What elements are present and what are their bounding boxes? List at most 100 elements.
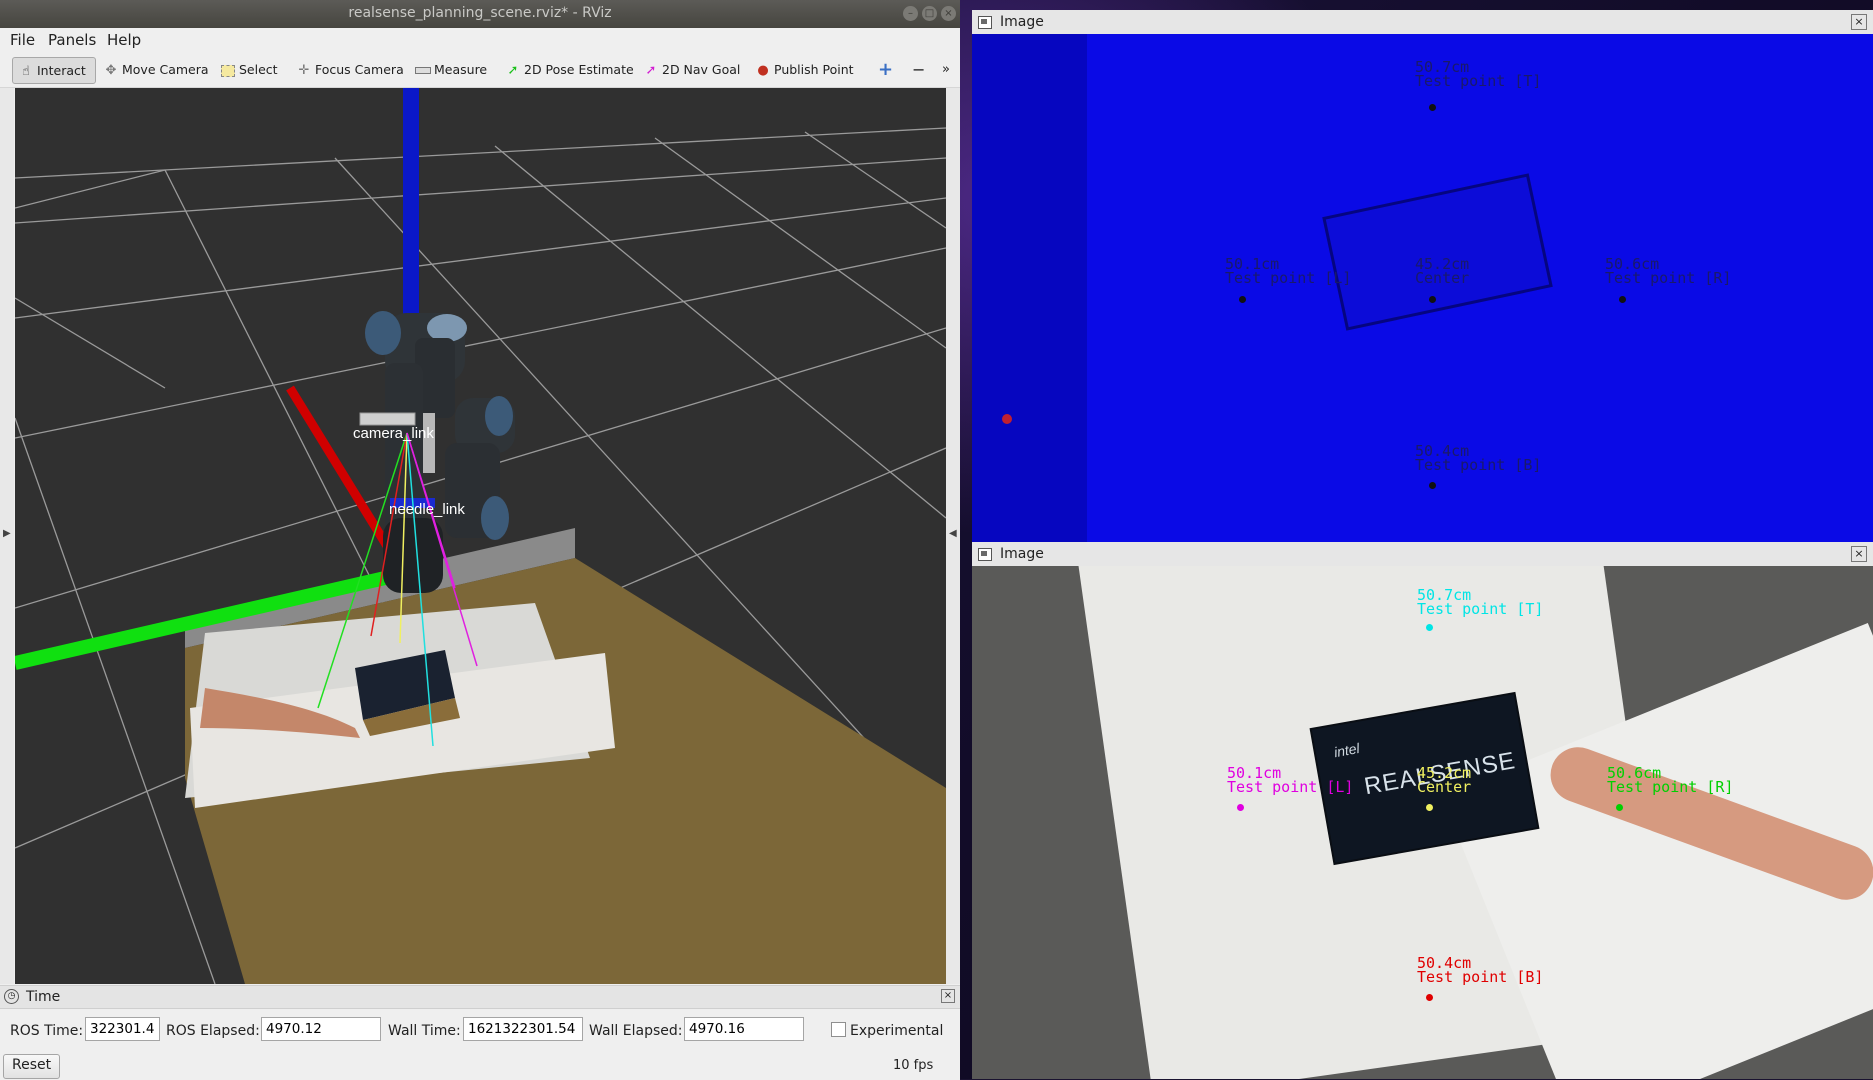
wall-elapsed-label: Wall Elapsed:: [589, 1023, 683, 1039]
image-window-icon: [978, 548, 992, 561]
frame-label-needle-link: needle_link: [389, 501, 465, 518]
measure-icon: [415, 58, 431, 83]
tool-interact[interactable]: ☝ Interact: [12, 57, 96, 84]
time-panel-header: ◷ Time ×: [0, 986, 960, 1009]
tool-publish-point[interactable]: ● Publish Point: [755, 57, 854, 82]
color-image-window: Image × intel REALSENSE 50.7cm Test poin…: [972, 542, 1873, 1079]
depth-close-icon[interactable]: ×: [1851, 14, 1867, 30]
tool-label: Publish Point: [774, 62, 854, 77]
menu-file[interactable]: File: [10, 31, 35, 49]
depth-label-top-name: Test point [T]: [1415, 72, 1542, 90]
depth-label-bottom-name: Test point [B]: [1415, 456, 1542, 474]
tool-label: 2D Nav Goal: [662, 62, 741, 77]
color-label-center-name: Center: [1417, 778, 1472, 796]
depth-point-center: [1429, 296, 1436, 303]
depth-label-right-name: Test point [R]: [1605, 269, 1732, 287]
color-point-top: [1426, 624, 1433, 631]
3d-scene: camera_link needle_link: [15, 88, 946, 984]
color-label-top-name: Test point [T]: [1417, 600, 1544, 618]
tools-toolbar: ☝ Interact ✥ Move Camera Select ✛ Focus Cam…: [0, 52, 960, 88]
color-image-title: Image: [1000, 546, 1044, 562]
left-dock-handle[interactable]: ▶: [0, 88, 14, 984]
color-label-right-name: Test point [R]: [1607, 778, 1734, 796]
wall-time-field[interactable]: [463, 1017, 583, 1041]
depth-box-region: [1322, 173, 1553, 331]
move-camera-icon: ✥: [105, 63, 117, 78]
depth-shadow-region: [972, 34, 1087, 542]
ros-elapsed-label: ROS Elapsed:: [166, 1023, 260, 1039]
select-icon: [220, 58, 236, 83]
tool-2d-nav-goal[interactable]: ➚ 2D Nav Goal: [643, 57, 741, 82]
add-tool-button[interactable]: +: [878, 57, 893, 82]
tool-label: Select: [239, 62, 278, 77]
color-label-bottom-name: Test point [B]: [1417, 968, 1544, 986]
window-title: realsense_planning_scene.rviz* - RViz: [348, 5, 612, 21]
time-panel-title: Time: [26, 989, 61, 1005]
close-icon[interactable]: ×: [941, 6, 956, 21]
depth-image-title: Image: [1000, 14, 1044, 30]
reset-button[interactable]: Reset: [3, 1054, 61, 1079]
menu-panels[interactable]: Panels: [48, 31, 96, 49]
fps-readout: 10 fps: [893, 1058, 934, 1073]
color-label-left-name: Test point [L]: [1227, 778, 1354, 796]
tool-label: Focus Camera: [315, 62, 404, 77]
expand-right-icon[interactable]: ◀: [949, 528, 957, 539]
3d-render-viewport[interactable]: camera_link needle_link: [15, 88, 946, 984]
tool-label: 2D Pose Estimate: [524, 62, 634, 77]
depth-point-left: [1239, 296, 1246, 303]
tool-label: Interact: [37, 63, 86, 78]
maximize-icon[interactable]: □: [922, 6, 937, 21]
tool-focus-camera[interactable]: ✛ Focus Camera: [296, 57, 404, 82]
wall-elapsed-field[interactable]: [684, 1017, 804, 1041]
tool-measure[interactable]: Measure: [415, 57, 487, 82]
depth-label-center-name: Center: [1415, 269, 1470, 287]
color-point-center: [1426, 804, 1433, 811]
rviz-titlebar[interactable]: realsense_planning_scene.rviz* - RViz – …: [0, 0, 960, 28]
clock-icon: ◷: [4, 989, 19, 1004]
minimize-icon[interactable]: –: [903, 6, 918, 21]
color-point-bottom: [1426, 994, 1433, 1001]
tool-select[interactable]: Select: [220, 57, 278, 82]
rviz-window: realsense_planning_scene.rviz* - RViz – …: [0, 0, 960, 1080]
depth-image-window: Image × 50.7cm Test point [T] 50.1cm Tes…: [972, 10, 1873, 542]
time-panel: ◷ Time × ROS Time: ROS Elapsed: Wall Tim…: [0, 985, 960, 1080]
depth-point-bottom: [1429, 482, 1436, 489]
depth-point-right: [1619, 296, 1626, 303]
toolbar-overflow-button[interactable]: »: [942, 57, 950, 82]
menu-bar: File Panels Help: [0, 28, 960, 52]
right-dock-handle[interactable]: ◀: [946, 88, 960, 984]
color-image-titlebar[interactable]: Image ×: [972, 542, 1873, 567]
experimental-checkbox[interactable]: [831, 1022, 846, 1037]
ros-elapsed-field[interactable]: [261, 1017, 381, 1041]
color-close-icon[interactable]: ×: [1851, 546, 1867, 562]
nav-goal-arrow-icon: ➚: [645, 63, 657, 78]
pose-estimate-arrow-icon: ➚: [507, 63, 519, 78]
depth-noise-dot: [1002, 414, 1012, 424]
hand-icon: ☝: [22, 64, 30, 79]
tool-label: Move Camera: [122, 62, 209, 77]
ros-time-label: ROS Time:: [10, 1023, 84, 1039]
depth-label-left-name: Test point [L]: [1225, 269, 1352, 287]
expand-left-icon[interactable]: ▶: [3, 528, 11, 539]
image-window-icon: [978, 16, 992, 29]
menu-help[interactable]: Help: [107, 31, 141, 49]
frame-label-camera-link: camera_link: [353, 425, 434, 442]
tool-move-camera[interactable]: ✥ Move Camera: [103, 57, 209, 82]
publish-point-pin-icon: ●: [757, 63, 769, 78]
color-image-canvas[interactable]: intel REALSENSE 50.7cm Test point [T] 50…: [972, 566, 1873, 1079]
x-axis: [286, 385, 391, 549]
focus-camera-icon: ✛: [298, 63, 310, 78]
depth-point-top: [1429, 104, 1436, 111]
depth-image-canvas[interactable]: 50.7cm Test point [T] 50.1cm Test point …: [972, 34, 1873, 542]
tool-label: Measure: [434, 62, 488, 77]
experimental-label: Experimental: [850, 1023, 944, 1039]
tool-2d-pose-estimate[interactable]: ➚ 2D Pose Estimate: [505, 57, 634, 82]
color-point-left: [1237, 804, 1244, 811]
depth-image-titlebar[interactable]: Image ×: [972, 10, 1873, 35]
wall-time-label: Wall Time:: [388, 1023, 461, 1039]
color-point-right: [1616, 804, 1623, 811]
ros-time-field[interactable]: [85, 1017, 160, 1041]
intel-logo: intel: [1332, 739, 1361, 761]
remove-tool-button[interactable]: −: [912, 57, 925, 82]
close-panel-icon[interactable]: ×: [941, 989, 955, 1003]
